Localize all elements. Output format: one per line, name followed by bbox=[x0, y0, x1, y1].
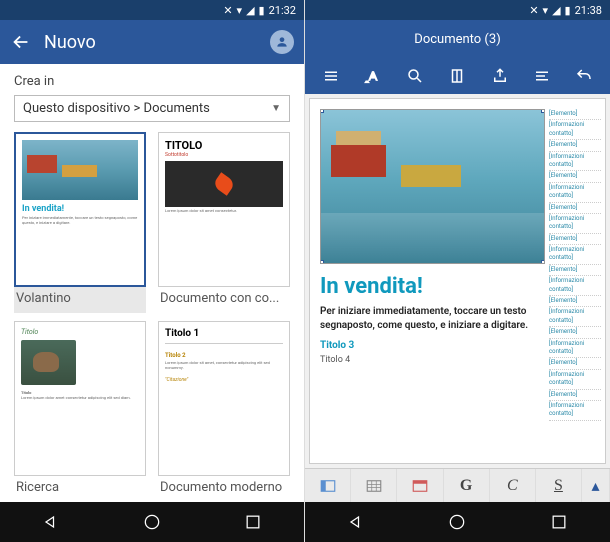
back-icon[interactable] bbox=[10, 31, 32, 53]
doc-heading[interactable]: In vendita! bbox=[320, 274, 545, 299]
underline-button[interactable]: S bbox=[536, 469, 582, 502]
undo-button[interactable] bbox=[564, 58, 604, 94]
doc-body-text[interactable]: Per iniziare immediatamente, toccare un … bbox=[320, 305, 545, 332]
create-in-label: Crea in bbox=[14, 74, 290, 89]
reading-button[interactable] bbox=[437, 58, 477, 94]
menu-button[interactable] bbox=[311, 58, 351, 94]
doc-heading4[interactable]: Titolo 4 bbox=[320, 355, 545, 365]
italic-button[interactable]: C bbox=[490, 469, 536, 502]
table-style1-button[interactable] bbox=[305, 469, 351, 502]
doc-heading3[interactable]: Titolo 3 bbox=[320, 340, 545, 351]
nav-home-icon[interactable] bbox=[447, 512, 467, 532]
overflow-button[interactable] bbox=[522, 58, 562, 94]
search-button[interactable] bbox=[395, 58, 435, 94]
nav-back-icon[interactable] bbox=[346, 512, 366, 532]
android-navbar bbox=[0, 502, 304, 542]
signal-icon: ◢ bbox=[552, 4, 560, 17]
tearoff-placeholders[interactable]: [Elemento][Informazioni contatto][Elemen… bbox=[545, 109, 601, 453]
nav-recent-icon[interactable] bbox=[549, 512, 569, 532]
nav-home-icon[interactable] bbox=[142, 512, 162, 532]
template-documento-copertina[interactable]: TITOLO Sottotitolo Lorem ipsum dolor sit… bbox=[158, 132, 290, 313]
page-title: Nuovo bbox=[44, 32, 96, 53]
template-label: Volantino bbox=[14, 287, 146, 310]
share-button[interactable] bbox=[480, 58, 520, 94]
template-label: Ricerca bbox=[14, 476, 146, 499]
table-style3-button[interactable] bbox=[397, 469, 443, 502]
template-label: Documento moderno bbox=[158, 476, 290, 499]
format-bar: G C S ▴ bbox=[305, 468, 610, 502]
template-ricerca[interactable]: Titolo TitoloLorem ipsum dolor amet cons… bbox=[14, 321, 146, 502]
template-documento-moderno[interactable]: Titolo 1 Titolo 2 Lorem ipsum dolor sit … bbox=[158, 321, 290, 502]
battery-icon: ▮ bbox=[565, 4, 571, 17]
nav-recent-icon[interactable] bbox=[243, 512, 263, 532]
nav-back-icon[interactable] bbox=[41, 512, 61, 532]
template-label: Documento con co... bbox=[158, 287, 290, 310]
expand-button[interactable]: ▴ bbox=[582, 469, 610, 502]
status-time: 21:32 bbox=[269, 4, 296, 17]
account-avatar[interactable] bbox=[270, 30, 294, 54]
template-volantino[interactable]: In vendita! Per iniziare immediatamente,… bbox=[14, 132, 146, 313]
android-navbar bbox=[305, 502, 610, 542]
wifi-icon: ▾ bbox=[543, 4, 549, 17]
table-style2-button[interactable] bbox=[351, 469, 397, 502]
wifi-icon: ▾ bbox=[237, 4, 243, 17]
status-time: 21:38 bbox=[575, 4, 602, 17]
chevron-down-icon: ▼ bbox=[271, 103, 281, 114]
mute-icon: ✕ bbox=[529, 4, 538, 17]
app-header: Nuovo bbox=[0, 20, 304, 64]
mute-icon: ✕ bbox=[223, 4, 232, 17]
status-bar: ✕ ▾ ◢ ▮ 21:38 bbox=[305, 0, 610, 20]
editor-toolbar bbox=[305, 58, 610, 94]
document-page[interactable]: In vendita! Per iniziare immediatamente,… bbox=[309, 98, 606, 464]
dropdown-value: Questo dispositivo > Documents bbox=[23, 101, 210, 116]
location-dropdown[interactable]: Questo dispositivo > Documents ▼ bbox=[14, 95, 290, 122]
bold-button[interactable]: G bbox=[444, 469, 490, 502]
status-bar: ✕ ▾ ◢ ▮ 21:32 bbox=[0, 0, 304, 20]
document-title[interactable]: Documento (3) bbox=[414, 32, 500, 47]
doc-title-bar: Documento (3) bbox=[305, 20, 610, 58]
document-image[interactable] bbox=[320, 109, 545, 264]
format-button[interactable] bbox=[353, 58, 393, 94]
signal-icon: ◢ bbox=[246, 4, 254, 17]
battery-icon: ▮ bbox=[259, 4, 265, 17]
